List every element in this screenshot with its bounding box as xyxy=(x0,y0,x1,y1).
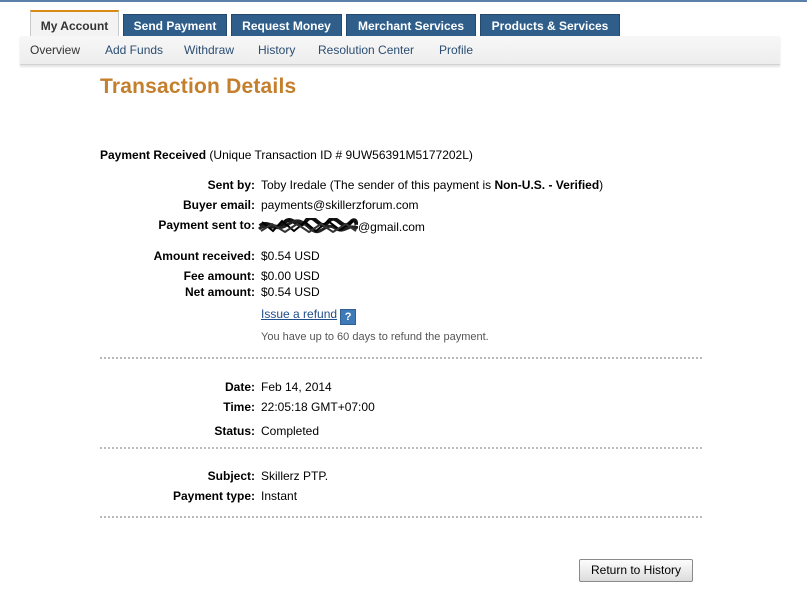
fee-amount-value: $0.00 USD xyxy=(261,269,320,283)
return-to-history-button[interactable]: Return to History xyxy=(579,559,693,582)
transaction-summary: Payment Received (Unique Transaction ID … xyxy=(100,148,473,162)
payment-type-label: Payment type: xyxy=(172,489,255,503)
subject-label: Subject: xyxy=(207,469,255,483)
time-label: Time: xyxy=(223,400,255,414)
date-value: Feb 14, 2014 xyxy=(261,380,332,394)
refund-action: Issue a refund? xyxy=(261,307,357,325)
sent-by-label: Sent by: xyxy=(207,178,255,192)
fee-amount-label: Fee amount: xyxy=(183,269,255,283)
status-value: Completed xyxy=(261,424,320,438)
amount-received-value: $0.54 USD xyxy=(261,249,320,263)
section-divider xyxy=(100,357,702,359)
row-subject: Subject: Skillerz PTP. xyxy=(100,469,700,485)
amount-received-label: Amount received: xyxy=(153,249,255,263)
row-refund: Issue a refund? xyxy=(100,307,700,325)
refund-note: You have up to 60 days to refund the pay… xyxy=(261,331,489,343)
redaction-scribble xyxy=(258,218,358,234)
subnav-overview[interactable]: Overview xyxy=(30,43,80,57)
time-value: 22:05:18 GMT+07:00 xyxy=(261,400,375,414)
summary-label: Payment Received xyxy=(100,148,207,162)
subject-value: Skillerz PTP. xyxy=(261,469,329,483)
sent-by-value: Toby Iredale (The sender of this payment… xyxy=(261,178,603,192)
row-sent-by: Sent by: Toby Iredale (The sender of thi… xyxy=(100,178,700,194)
payment-type-value: Instant xyxy=(261,489,298,503)
date-label: Date: xyxy=(224,380,255,394)
row-amount-received: Amount received: $0.54 USD xyxy=(100,249,700,265)
row-buyer-email: Buyer email: payments@skillerzforum.com xyxy=(100,198,700,214)
subnav-profile[interactable]: Profile xyxy=(439,43,473,57)
top-border xyxy=(0,0,807,2)
payment-sent-to-value: @gmail.com xyxy=(258,218,425,234)
payment-sent-to-label: Payment sent to: xyxy=(158,218,255,232)
buyer-email-label: Buyer email: xyxy=(182,198,255,212)
row-payment-sent-to: Payment sent to: @gmail.com xyxy=(100,218,700,234)
issue-refund-link[interactable]: Issue a refund xyxy=(261,307,337,321)
section-divider xyxy=(100,516,702,518)
row-time: Time: 22:05:18 GMT+07:00 xyxy=(100,400,700,416)
row-payment-type: Payment type: Instant xyxy=(100,489,700,505)
buyer-email-value: payments@skillerzforum.com xyxy=(261,198,419,212)
tab-send-payment[interactable]: Send Payment xyxy=(123,14,227,36)
subnav-withdraw[interactable]: Withdraw xyxy=(184,43,234,57)
tab-products-services[interactable]: Products & Services xyxy=(480,14,620,36)
page-title: Transaction Details xyxy=(100,75,297,98)
sender-name: Toby Iredale xyxy=(261,178,327,192)
transaction-id: (Unique Transaction ID # 9UW56391M517720… xyxy=(209,148,473,162)
subnav-add-funds[interactable]: Add Funds xyxy=(105,43,163,57)
net-amount-label: Net amount: xyxy=(185,285,255,299)
payment-sent-to-domain: @gmail.com xyxy=(358,220,425,234)
net-amount-value: $0.54 USD xyxy=(261,285,320,299)
sender-note-suffix: ) xyxy=(599,178,604,192)
question-mark-icon[interactable]: ? xyxy=(340,309,357,325)
row-status: Status: Completed xyxy=(100,424,700,440)
subnav-history[interactable]: History xyxy=(258,43,295,57)
row-fee-amount: Fee amount: $0.00 USD xyxy=(100,269,700,285)
status-label: Status: xyxy=(214,424,255,438)
subnav-resolution-center[interactable]: Resolution Center xyxy=(318,43,414,57)
sender-verification-status: Non-U.S. - Verified xyxy=(494,178,600,192)
section-divider xyxy=(100,447,702,449)
tab-my-account[interactable]: My Account xyxy=(30,10,119,37)
tab-merchant-services[interactable]: Merchant Services xyxy=(346,14,476,36)
sub-navigation: Overview Add Funds Withdraw History Reso… xyxy=(20,36,780,65)
row-net-amount: Net amount: $0.54 USD xyxy=(100,285,700,301)
sender-note-prefix: (The sender of this payment is xyxy=(329,178,492,192)
tab-request-money[interactable]: Request Money xyxy=(231,14,342,36)
row-date: Date: Feb 14, 2014 xyxy=(100,380,700,396)
